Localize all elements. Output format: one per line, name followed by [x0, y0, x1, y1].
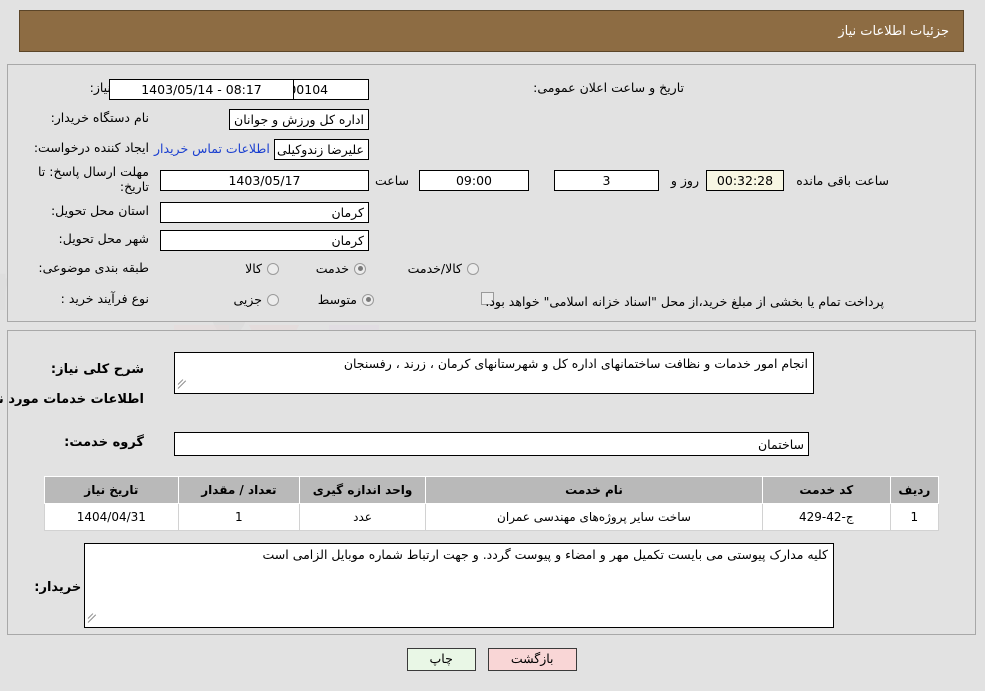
category-radio-kala[interactable]: کالا — [246, 261, 280, 276]
announce-datetime-row: تاریخ و ساعت اعلان عمومی: — [534, 80, 685, 95]
category-label: طبقه بندی موضوعی: — [39, 260, 150, 275]
radio-icon[interactable] — [363, 293, 375, 306]
radio-icon[interactable] — [268, 262, 280, 275]
service-group-field[interactable]: ساختمان — [175, 432, 810, 456]
back-button[interactable]: بازگشت — [488, 648, 578, 671]
col-code: کد خدمت — [762, 476, 892, 504]
announce-datetime-field[interactable]: 1403/05/14 - 08:17 — [110, 79, 295, 100]
requester-row: ایجاد کننده درخواست: — [35, 140, 150, 155]
radio-icon[interactable] — [355, 262, 367, 275]
general-desc-label: شرح کلی نیاز: — [51, 362, 145, 377]
col-name: نام خدمت — [426, 476, 764, 504]
category-row: طبقه بندی موضوعی: — [39, 260, 150, 275]
process-radio-jozei[interactable]: جزیی — [234, 292, 280, 307]
col-row: ردیف — [890, 476, 941, 504]
page-title: جزئیات اطلاعات نیاز — [839, 23, 950, 39]
need-info-panel — [8, 64, 977, 322]
service-group-label: گروه خدمت: — [65, 435, 145, 450]
table-header-row: ردیف کد خدمت نام خدمت واحد اندازه گیری ت… — [45, 476, 941, 504]
city-field[interactable]: کرمان — [161, 230, 370, 251]
cell-unit: عدد — [300, 503, 428, 531]
category-option-label: خدمت — [316, 261, 350, 276]
hour-label: ساعت — [375, 173, 410, 188]
countdown-field: 00:32:28 — [707, 170, 785, 191]
cell-date: 1404/04/31 — [45, 503, 180, 531]
radio-icon[interactable] — [468, 262, 480, 275]
general-desc-textarea[interactable]: انجام امور خدمات و نظافت ساختمانهای ادار… — [175, 352, 815, 394]
buyer-contact-link[interactable]: اطلاعات تماس خریدار — [155, 141, 271, 156]
col-date: تاریخ نیاز — [45, 476, 180, 504]
print-button[interactable]: چاپ — [407, 648, 477, 671]
announce-datetime-label: تاریخ و ساعت اعلان عمومی: — [534, 80, 685, 95]
province-field[interactable]: کرمان — [161, 202, 370, 223]
deadline-date-field[interactable]: 1403/05/17 — [161, 170, 370, 191]
services-table: ردیف کد خدمت نام خدمت واحد اندازه گیری ت… — [45, 476, 941, 531]
buyer-org-field[interactable]: اداره کل ورزش و جوانان استان کرمان — [230, 109, 370, 130]
countdown-label: ساعت باقی مانده — [797, 173, 890, 188]
buyer-org-label: نام دستگاه خریدار: — [51, 110, 150, 125]
province-label: استان محل تحویل: — [51, 203, 150, 218]
days-label: روز و — [671, 173, 700, 188]
category-option-label: کالا — [246, 261, 263, 276]
treasury-note: پرداخت تمام یا بخشی از مبلغ خرید،از محل … — [486, 294, 885, 309]
cell-qty: 1 — [178, 503, 302, 531]
services-info-title: اطلاعات خدمات مورد نیاز — [0, 392, 145, 407]
cell-code: ج-42-429 — [762, 503, 892, 531]
deadline-row: مهلت ارسال پاسخ: تا تاریخ: — [10, 164, 150, 194]
process-option-label: متوسط — [318, 292, 358, 307]
category-option-label: کالا/خدمت — [408, 261, 463, 276]
days-field[interactable]: 3 — [555, 170, 660, 191]
buyer-org-row: نام دستگاه خریدار: — [52, 110, 150, 125]
category-radio-khedmat[interactable]: خدمت — [317, 261, 367, 276]
page-root: AnaTender.net جزئیات اطلاعات نیاز شماره … — [0, 0, 985, 691]
city-label: شهر محل تحویل: — [59, 231, 150, 246]
deadline-label: مهلت ارسال پاسخ: تا تاریخ: — [39, 164, 150, 194]
page-header: جزئیات اطلاعات نیاز — [20, 10, 965, 52]
hour-field[interactable]: 09:00 — [420, 170, 530, 191]
process-option-label: جزیی — [234, 292, 263, 307]
process-row: نوع فرآیند خرید : — [62, 291, 150, 306]
city-row: شهر محل تحویل: — [60, 231, 150, 246]
cell-name: ساخت سایر پروژه‌های مهندسی عمران — [426, 503, 764, 531]
process-label: نوع فرآیند خرید : — [61, 291, 150, 306]
col-unit: واحد اندازه گیری — [300, 476, 428, 504]
requester-label: ایجاد کننده درخواست: — [34, 140, 150, 155]
buyer-notes-textarea[interactable]: کلیه مدارک پیوستی می بایست تکمیل مهر و ا… — [85, 543, 835, 628]
province-row: استان محل تحویل: — [52, 203, 150, 218]
radio-icon[interactable] — [268, 293, 280, 306]
process-radio-motavaset[interactable]: متوسط — [319, 292, 375, 307]
requester-field[interactable]: علیرضا زندوکیلی کاربرداز اداره کل ورزش و… — [275, 139, 370, 160]
table-row[interactable]: 1 ج-42-429 ساخت سایر پروژه‌های مهندسی عم… — [45, 503, 941, 531]
category-radio-kala-khedmat[interactable]: کالا/خدمت — [409, 261, 480, 276]
col-qty: تعداد / مقدار — [178, 476, 302, 504]
cell-row: 1 — [890, 503, 941, 531]
action-buttons: بازگشت چاپ — [0, 648, 985, 671]
